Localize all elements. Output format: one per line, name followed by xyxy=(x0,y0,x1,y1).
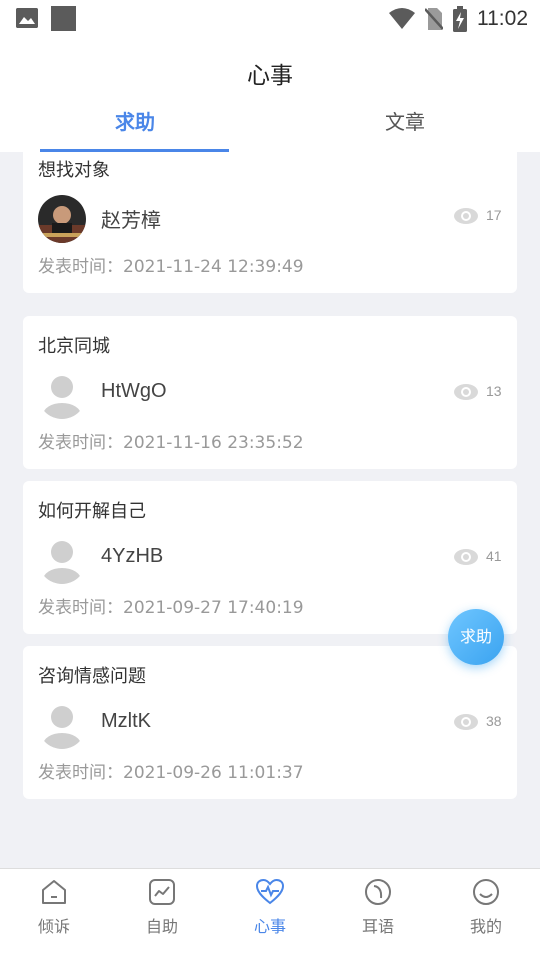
username: 赵芳樟 xyxy=(101,210,161,232)
view-count: 17 xyxy=(486,207,502,223)
post-title: 如何开解自己 xyxy=(38,501,146,522)
view-count: 41 xyxy=(486,548,502,564)
nav-label: 自助 xyxy=(145,917,178,936)
eye-icon xyxy=(454,714,478,730)
eye-icon xyxy=(454,549,478,565)
tab-articles[interactable]: 文章 xyxy=(310,106,500,135)
battery-charging-icon xyxy=(453,6,467,32)
username: HtWgO xyxy=(101,380,167,402)
status-bar: 11:02 xyxy=(0,0,540,38)
header: 心事 求助 文章 xyxy=(0,38,540,152)
status-time: 11:02 xyxy=(477,7,528,30)
post-title: 北京同城 xyxy=(38,336,110,357)
post-card[interactable]: 如何开解自己 4YzHB 41 发表时间：2021-09-27 17:40:19 xyxy=(23,481,517,634)
avatar[interactable] xyxy=(38,536,86,584)
view-count: 38 xyxy=(486,713,502,729)
nav-item-confide[interactable]: 倾诉 xyxy=(0,869,108,960)
page-title: 心事 xyxy=(247,63,293,89)
heartbeat-icon xyxy=(255,878,285,905)
post-card[interactable]: 北京同城 HtWgO 13 发表时间：2021-11-16 23:35:52 xyxy=(23,316,517,469)
post-title: 咨询情感问题 xyxy=(38,666,146,687)
username: 4YzHB xyxy=(101,545,164,567)
nav-label: 倾诉 xyxy=(37,917,70,936)
nav-label: 我的 xyxy=(469,917,502,936)
nav-item-mine[interactable]: 我的 xyxy=(432,869,540,960)
nav-label: 心事 xyxy=(253,917,286,936)
eye-icon xyxy=(454,208,478,224)
eye-icon xyxy=(454,384,478,400)
post-title: 想找对象 xyxy=(38,160,110,181)
post-time: 发表时间：2021-11-16 23:35:52 xyxy=(38,433,304,453)
post-card[interactable]: 想找对象 赵芳樟 17 发表时间：2021-11-24 12:39:49 xyxy=(23,152,517,293)
chart-icon xyxy=(149,879,175,905)
whisper-icon xyxy=(365,879,391,905)
home-icon xyxy=(42,880,66,904)
bottom-nav: 倾诉 自助 心事 耳语 我的 xyxy=(0,868,540,960)
square-icon xyxy=(51,6,76,31)
no-sim-icon xyxy=(425,8,443,30)
smile-icon xyxy=(473,879,499,905)
tab-help[interactable]: 求助 xyxy=(40,106,230,135)
avatar[interactable] xyxy=(38,371,86,419)
ask-help-button[interactable]: 求助 xyxy=(448,609,504,665)
wifi-icon xyxy=(389,8,415,29)
image-icon xyxy=(16,8,38,28)
post-card[interactable]: 咨询情感问题 MzltK 38 发表时间：2021-09-26 11:01:37 xyxy=(23,646,517,799)
post-time: 发表时间：2021-11-24 12:39:49 xyxy=(38,257,304,277)
nav-item-selfhelp[interactable]: 自助 xyxy=(108,869,216,960)
avatar[interactable] xyxy=(38,195,86,243)
nav-label: 耳语 xyxy=(361,917,394,936)
post-time: 发表时间：2021-09-26 11:01:37 xyxy=(38,763,304,783)
post-list[interactable]: 想找对象 赵芳樟 17 发表时间：2021-11-24 12:39:49 北京同… xyxy=(0,152,540,868)
avatar[interactable] xyxy=(38,701,86,749)
nav-item-whisper[interactable]: 耳语 xyxy=(324,869,432,960)
nav-item-heart[interactable]: 心事 xyxy=(216,869,324,960)
username: MzltK xyxy=(101,710,151,732)
post-time: 发表时间：2021-09-27 17:40:19 xyxy=(38,598,304,618)
view-count: 13 xyxy=(486,383,502,399)
